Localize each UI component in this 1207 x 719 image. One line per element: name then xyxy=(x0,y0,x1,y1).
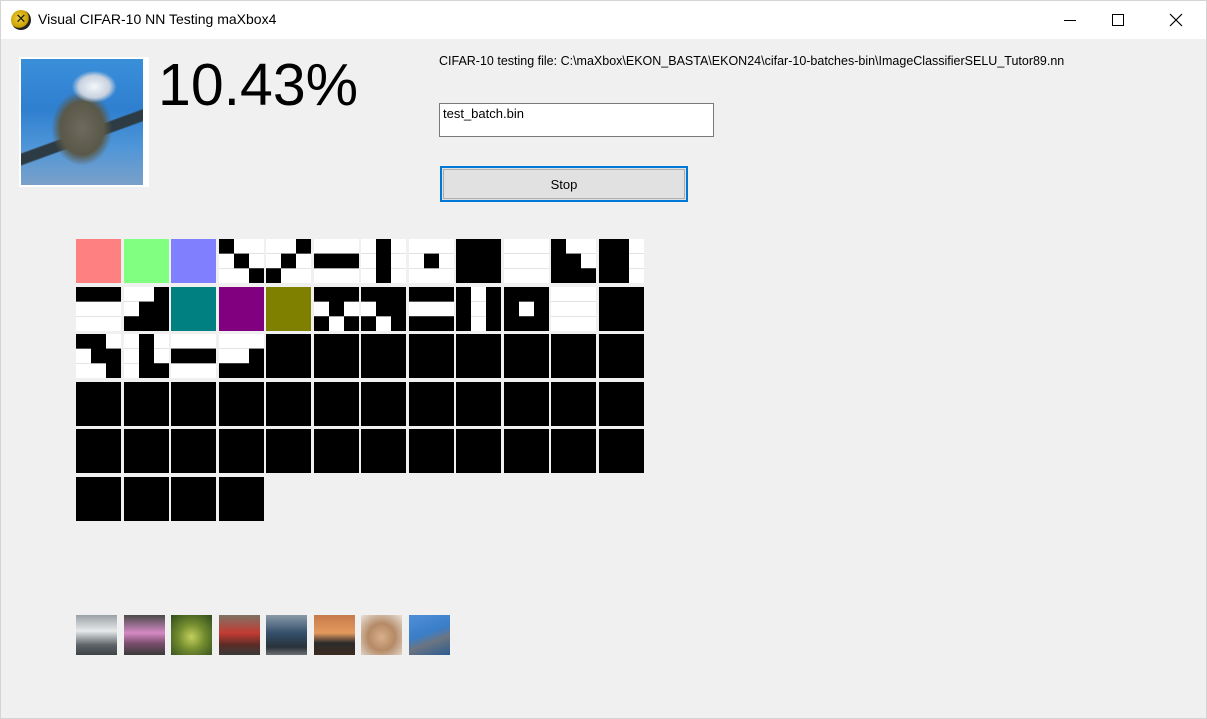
window-title: Visual CIFAR-10 NN Testing maXbox4 xyxy=(38,11,277,27)
thumbnail-car xyxy=(218,615,260,655)
filter-cell xyxy=(218,476,264,521)
filter-cell xyxy=(503,429,549,473)
filter-cell xyxy=(598,429,644,473)
filter-cell xyxy=(123,286,169,331)
filter-cell xyxy=(503,381,549,426)
thumbnail-landscape xyxy=(313,615,355,655)
filter-cell xyxy=(408,286,454,331)
thumbnail-truck xyxy=(76,615,117,655)
filter-cell xyxy=(218,286,264,331)
filter-cell xyxy=(456,429,501,473)
close-button[interactable] xyxy=(1153,1,1199,39)
filter-cell xyxy=(218,334,264,378)
title-bar[interactable]: ✕ Visual CIFAR-10 NN Testing maXbox4 xyxy=(1,1,1206,39)
filter-cell xyxy=(551,286,596,331)
filter-cell xyxy=(313,239,359,283)
maximize-button[interactable] xyxy=(1094,1,1140,39)
filter-cell xyxy=(123,476,169,521)
test-image-preview xyxy=(19,57,149,187)
thumbnail-car xyxy=(123,615,165,655)
filter-cell xyxy=(408,239,454,283)
minimize-icon xyxy=(1064,20,1076,21)
bird-image xyxy=(21,59,143,185)
filter-cell xyxy=(598,334,644,378)
filter-cell xyxy=(408,381,454,426)
filter-cell xyxy=(171,476,216,521)
filter-cell xyxy=(171,381,216,426)
filter-cell xyxy=(551,429,596,473)
filter-cell xyxy=(266,334,311,378)
filter-cell xyxy=(551,239,596,283)
filter-cell xyxy=(76,476,121,521)
filter-cell xyxy=(76,286,121,331)
filter-cell xyxy=(456,334,501,378)
stop-button[interactable]: Stop xyxy=(440,166,688,202)
filter-cell xyxy=(218,429,264,473)
filter-cell xyxy=(171,334,216,378)
thumbnail-truck xyxy=(266,615,307,655)
filter-cell xyxy=(361,429,406,473)
testing-file-label: CIFAR-10 testing file: C:\maXbox\EKON_BA… xyxy=(439,54,1065,68)
filter-cell xyxy=(171,429,216,473)
app-icon: ✕ xyxy=(11,10,31,30)
filter-cell xyxy=(598,381,644,426)
filter-cell xyxy=(313,286,359,331)
thumbnail-frog xyxy=(171,615,212,655)
filter-cell xyxy=(266,429,311,473)
filter-cell xyxy=(123,334,169,378)
test-file-input[interactable] xyxy=(439,103,714,137)
filter-cell xyxy=(503,286,549,331)
filter-cell xyxy=(361,381,406,426)
filter-cell xyxy=(218,381,264,426)
close-icon xyxy=(1169,13,1183,27)
filter-cell xyxy=(76,239,121,283)
filter-cell xyxy=(503,239,549,283)
filter-cell xyxy=(266,286,311,331)
filter-cell xyxy=(76,429,121,473)
filter-cell xyxy=(123,381,169,426)
thumbnail-bird xyxy=(408,615,450,655)
filter-cell xyxy=(361,286,406,331)
filter-cell xyxy=(456,381,501,426)
filter-cell xyxy=(503,334,549,378)
filter-cell xyxy=(456,286,501,331)
filter-cell xyxy=(408,429,454,473)
thumbnail-dog xyxy=(361,615,402,655)
filter-cell xyxy=(171,286,216,331)
filter-cell xyxy=(171,239,216,283)
filter-cell xyxy=(266,239,311,283)
filter-cell xyxy=(551,334,596,378)
filter-cell xyxy=(551,381,596,426)
filter-cell xyxy=(76,381,121,426)
filter-cell xyxy=(456,239,501,283)
minimize-button[interactable] xyxy=(1047,1,1093,39)
filter-cell xyxy=(361,334,406,378)
filter-cell xyxy=(218,239,264,283)
maximize-icon xyxy=(1112,14,1124,26)
filter-cell xyxy=(266,381,311,426)
filter-cell xyxy=(76,334,121,378)
app-window: ✕ Visual CIFAR-10 NN Testing maXbox4 10.… xyxy=(0,0,1207,719)
filter-cell xyxy=(361,239,406,283)
filter-cell xyxy=(313,429,359,473)
filter-cell xyxy=(313,381,359,426)
stop-button-label: Stop xyxy=(443,169,685,199)
filter-cell xyxy=(123,429,169,473)
accuracy-readout: 10.43% xyxy=(158,52,359,118)
filter-cell xyxy=(598,239,644,283)
filter-cell xyxy=(598,286,644,331)
filter-cell xyxy=(408,334,454,378)
filter-cell xyxy=(313,334,359,378)
filter-cell xyxy=(123,239,169,283)
